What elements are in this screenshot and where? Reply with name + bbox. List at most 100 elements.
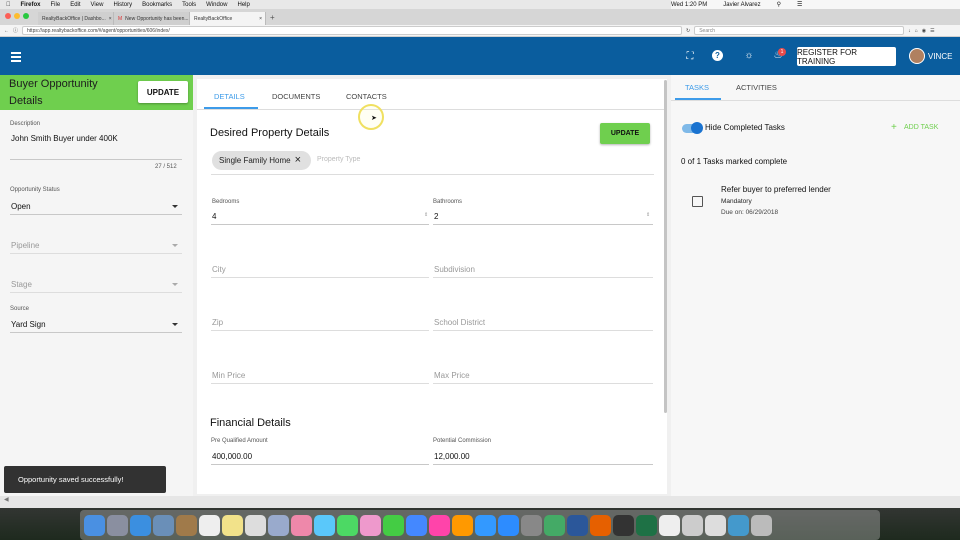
browser-tab-active[interactable]: RealtyBackOffice × (190, 12, 266, 25)
update-property-button[interactable]: UPDATE (600, 123, 650, 144)
list-icon[interactable]: ☰ (797, 1, 802, 8)
fullscreen-icon[interactable]: ⛶ (683, 51, 697, 62)
prequal-input[interactable]: 400,000.00 (212, 452, 252, 461)
search-field[interactable]: Search (694, 26, 905, 35)
help-icon[interactable]: ? (712, 50, 723, 61)
url-field[interactable]: https://app.realtybackoffice.com/#/agent… (22, 26, 683, 35)
maps-icon[interactable] (268, 514, 289, 536)
reminders-icon[interactable] (245, 514, 266, 536)
finder-icon[interactable] (84, 514, 105, 536)
menu-bookmarks[interactable]: Bookmarks (142, 2, 172, 8)
close-icon[interactable]: × (295, 155, 301, 166)
audio-icon[interactable] (544, 514, 565, 536)
close-window-icon[interactable] (5, 13, 11, 19)
register-for-training-button[interactable]: REGISTER FOR TRAINING (797, 47, 896, 66)
browser-tab-gmail[interactable]: M New Opportunity has been... × (114, 12, 190, 25)
firefox-icon[interactable] (590, 514, 611, 536)
user-menu[interactable]: VINCE (928, 52, 952, 61)
system-preferences-icon[interactable] (521, 514, 542, 536)
chevron-down-icon[interactable] (172, 323, 178, 326)
menu-icon[interactable] (11, 52, 21, 64)
window-icon[interactable] (705, 514, 726, 536)
messages-icon[interactable] (314, 514, 335, 536)
menu-file[interactable]: File (51, 2, 61, 8)
tab-documents[interactable]: DOCUMENTS (272, 92, 320, 101)
close-tab-icon[interactable]: × (259, 16, 262, 22)
scrollbar[interactable] (664, 80, 667, 413)
download-icon[interactable]: ↓ (908, 28, 911, 34)
record-icon[interactable] (659, 514, 680, 536)
subdivision-input[interactable]: Subdivision (434, 265, 475, 274)
stepper-icon[interactable]: ⇕ (424, 212, 428, 218)
pages-icon[interactable] (360, 514, 381, 536)
pocket-icon[interactable]: ◉ (922, 28, 926, 34)
apple-icon[interactable]:  (6, 2, 11, 8)
task-title[interactable]: Refer buyer to preferred lender (721, 185, 831, 194)
add-icon[interactable]: + (891, 122, 897, 133)
preview-icon[interactable] (153, 514, 174, 536)
commission-input[interactable]: 12,000.00 (434, 452, 470, 461)
description-field[interactable]: John Smith Buyer under 400K (11, 134, 118, 143)
zoom-icon[interactable] (498, 514, 519, 536)
status-select[interactable]: Open (11, 202, 31, 211)
spotlight-icon[interactable]: ⚲ (777, 1, 781, 8)
menu-firefox[interactable]: Firefox (21, 2, 41, 8)
bedrooms-input[interactable]: 4 (212, 212, 216, 221)
stage-select[interactable]: Stage (11, 280, 32, 289)
menu-help[interactable]: Help (237, 2, 249, 8)
maximize-window-icon[interactable] (23, 13, 29, 19)
contacts-icon[interactable] (176, 514, 197, 536)
tab-tasks[interactable]: TASKS (685, 83, 709, 92)
close-tab-icon[interactable]: × (109, 16, 112, 22)
calendar-icon[interactable] (199, 514, 220, 536)
launchpad-icon[interactable] (107, 514, 128, 536)
app-store-icon[interactable] (475, 514, 496, 536)
photos-icon[interactable] (291, 514, 312, 536)
chevron-down-icon[interactable] (172, 205, 178, 208)
trash-icon[interactable] (751, 514, 772, 536)
numbers-icon[interactable] (383, 514, 404, 536)
school-district-input[interactable]: School District (434, 318, 485, 327)
property-type-input[interactable]: Property Type (317, 156, 360, 163)
screenshot-icon[interactable] (682, 514, 703, 536)
hide-completed-toggle[interactable] (682, 122, 703, 134)
horizontal-scrollbar[interactable]: ◀ (0, 496, 960, 508)
update-opportunity-button[interactable]: UPDATE (138, 81, 188, 103)
minimize-window-icon[interactable] (14, 13, 20, 19)
activity-monitor-icon[interactable] (613, 514, 634, 536)
chevron-down-icon[interactable] (172, 244, 178, 247)
avatar[interactable] (909, 48, 925, 64)
tab-contacts[interactable]: CONTACTS (346, 92, 387, 101)
menu-history[interactable]: History (113, 2, 132, 8)
zip-input[interactable]: Zip (212, 318, 223, 327)
max-price-input[interactable]: Max Price (434, 371, 470, 380)
books-icon[interactable] (452, 514, 473, 536)
chevron-down-icon[interactable] (172, 283, 178, 286)
min-price-input[interactable]: Min Price (212, 371, 245, 380)
home-icon[interactable]: ⌂ (915, 28, 918, 34)
clock[interactable]: Wed 1:20 PM (671, 2, 707, 8)
task-checkbox[interactable] (692, 196, 703, 207)
word-icon[interactable] (567, 514, 588, 536)
lightbulb-icon[interactable]: ☼ (742, 50, 756, 61)
property-type-chip[interactable]: Single Family Home × (212, 151, 311, 170)
notes-icon[interactable] (222, 514, 243, 536)
menu-view[interactable]: View (91, 2, 104, 8)
tab-details[interactable]: DETAILS (214, 92, 245, 101)
browser-tab-dashboard[interactable]: RealtyBackOffice | Dashbo... × (38, 12, 114, 25)
city-input[interactable]: City (212, 265, 226, 274)
back-icon[interactable]: ← (4, 28, 9, 34)
excel-icon[interactable] (636, 514, 657, 536)
menu-window[interactable]: Window (206, 2, 227, 8)
pipeline-select[interactable]: Pipeline (11, 241, 39, 250)
facetime-icon[interactable] (337, 514, 358, 536)
source-select[interactable]: Yard Sign (11, 320, 46, 329)
tab-activities[interactable]: ACTIVITIES (736, 83, 777, 92)
menu-tools[interactable]: Tools (182, 2, 196, 8)
siri-icon[interactable] (728, 514, 749, 536)
menu-edit[interactable]: Edit (70, 2, 80, 8)
keynote-icon[interactable] (406, 514, 427, 536)
user-name[interactable]: Javier Alvarez (723, 2, 760, 8)
music-icon[interactable] (429, 514, 450, 536)
new-tab-icon[interactable]: + (270, 13, 275, 22)
